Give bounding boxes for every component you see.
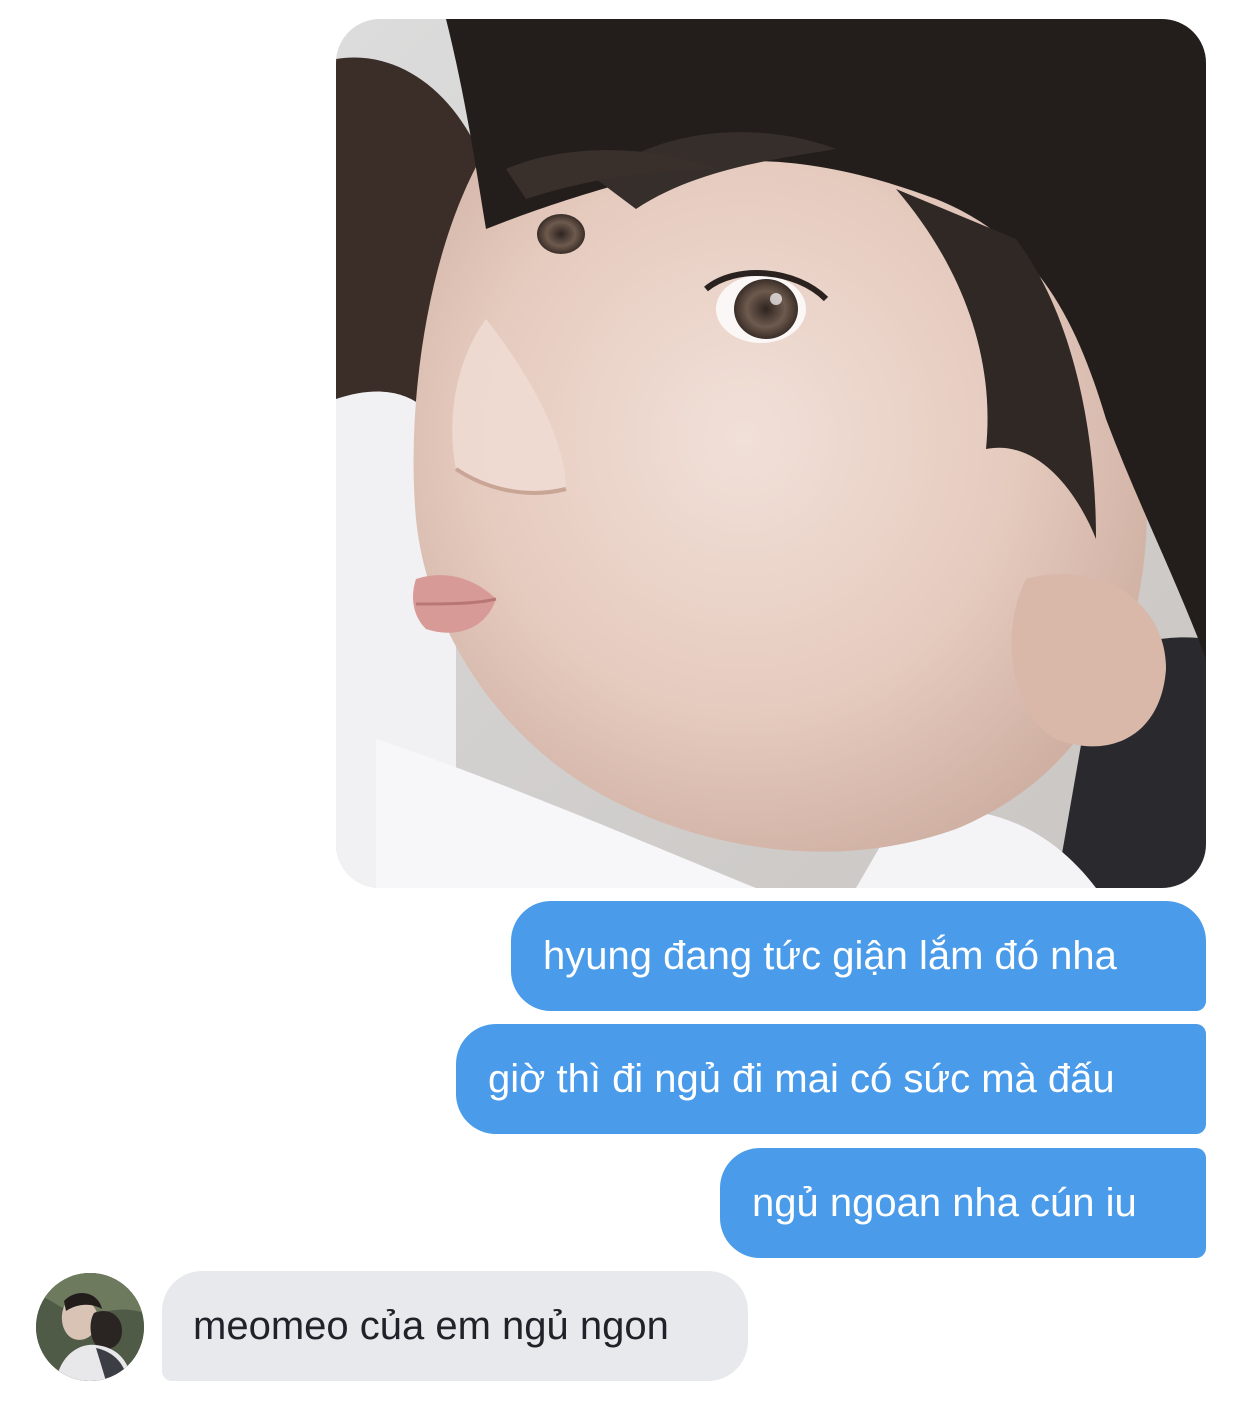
contact-avatar[interactable] — [36, 1273, 144, 1381]
message-text: giờ thì đi ngủ đi mai có sức mà đấu — [488, 1057, 1115, 1101]
message-text: meomeo của em ngủ ngon — [193, 1304, 669, 1348]
message-text: hyung đang tức giận lắm đó nha — [543, 934, 1117, 978]
outgoing-message-bubble[interactable]: hyung đang tức giận lắm đó nha — [511, 901, 1206, 1011]
message-thread: hyung đang tức giận lắm đó nha giờ thì đ… — [0, 0, 1242, 1425]
message-text: ngủ ngoan nha cún iu — [752, 1181, 1137, 1225]
outgoing-message-bubble[interactable]: ngủ ngoan nha cún iu — [720, 1148, 1206, 1258]
avatar-image — [36, 1273, 144, 1381]
outgoing-message-bubble[interactable]: giờ thì đi ngủ đi mai có sức mà đấu — [456, 1024, 1206, 1134]
photo-message[interactable] — [336, 19, 1206, 888]
photo-image — [336, 19, 1206, 888]
incoming-message-bubble[interactable]: meomeo của em ngủ ngon — [162, 1271, 748, 1381]
